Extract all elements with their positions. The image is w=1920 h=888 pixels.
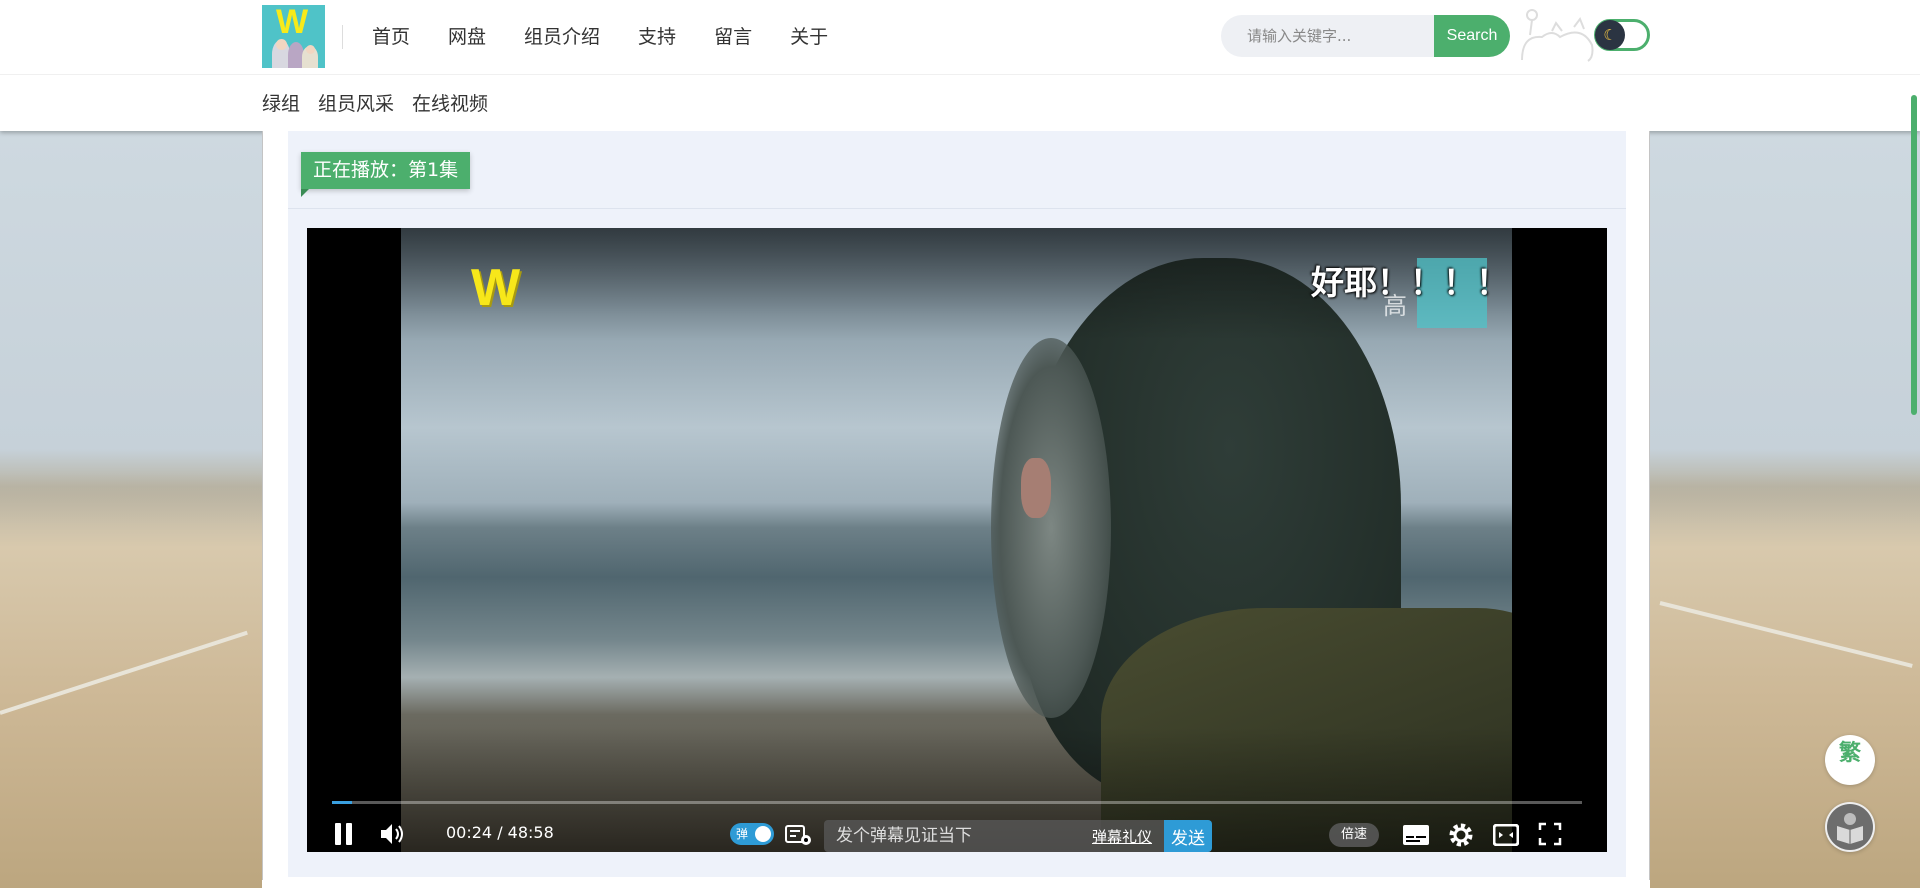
subnav-online-video[interactable]: 在线视频 [412,90,488,118]
theme-toggle[interactable]: ☾ [1594,19,1650,51]
progress-fill [332,801,352,804]
web-fullscreen-icon[interactable] [1493,824,1519,846]
search-box: Search [1221,15,1510,57]
subnav-member-gallery[interactable]: 组员风采 [318,90,394,118]
danmaku-comment: 好耶！！！！ [1311,263,1509,302]
road-marking [0,630,248,715]
panel-divider [288,208,1626,209]
pause-icon[interactable] [333,822,355,846]
sub-nav: 绿组 组员风采 在线视频 [262,90,506,118]
subnav-green-group[interactable]: 绿组 [262,90,300,118]
video-frame: W 高 好耶！！！！ [401,228,1512,852]
background-right [1650,131,1920,888]
danmaku-toggle-label: 弹 [736,827,749,841]
nav-netdisk[interactable]: 网盘 [448,24,486,50]
danmaku-etiquette-link[interactable]: 弹幕礼仪 [1092,826,1152,847]
background-left [0,131,262,888]
danmaku-send-button[interactable]: 发送 [1164,820,1212,852]
search-input[interactable] [1221,15,1441,57]
progress-bar[interactable] [332,801,1582,804]
book-icon [1827,804,1873,850]
volume-icon[interactable] [379,822,405,846]
settings-gear-icon[interactable] [1448,822,1474,848]
site-header: W 首页 网盘 组员介绍 支持 留言 关于 Search ☾ 绿组 组员风采 在… [0,0,1920,131]
danmaku-input-box: 弹幕礼仪 发送 [824,820,1212,852]
nav-home[interactable]: 首页 [372,24,410,50]
nav-guestbook[interactable]: 留言 [714,24,752,50]
road-marking [1659,601,1913,668]
video-player[interactable]: W 高 好耶！！！！ 00:24 / 48:58 弹 发个弹幕见证当下 弹幕礼仪… [307,228,1607,852]
header-divider [0,74,1920,75]
site-logo[interactable]: W [262,5,325,68]
danmaku-input[interactable] [824,820,1074,852]
subtitles-icon[interactable] [1402,824,1430,846]
time-display: 00:24 / 48:58 [446,823,554,842]
logo-divider [342,25,343,49]
page-scrollbar-thumb[interactable] [1911,95,1917,415]
reader-mode-button[interactable] [1825,802,1875,852]
content-bottom [262,880,1650,888]
player-panel: 正在播放：第1集 W 高 好耶！！！！ 00:24 / 48:58 弹 发个弹幕… [288,131,1626,877]
playback-speed-button[interactable]: 倍速 [1329,823,1379,847]
traditional-chinese-button[interactable]: 繁 [1825,735,1875,785]
danmaku-settings-icon[interactable] [785,823,813,847]
nav-support[interactable]: 支持 [638,24,676,50]
logo-letter: W [276,5,309,41]
channel-watermark-logo: W [471,259,521,317]
main-content: 正在播放：第1集 W 高 好耶！！！！ 00:24 / 48:58 弹 发个弹幕… [262,131,1650,888]
fullscreen-icon[interactable] [1538,822,1562,846]
nav-about[interactable]: 关于 [790,24,828,50]
nav-members[interactable]: 组员介绍 [524,24,600,50]
search-button[interactable]: Search [1434,15,1510,57]
moon-icon: ☾ [1595,20,1625,50]
danmaku-toggle[interactable]: 弹 [730,823,774,845]
now-playing-label: 正在播放：第1集 [301,152,471,197]
main-nav: 首页 网盘 组员介绍 支持 留言 关于 [372,24,866,50]
